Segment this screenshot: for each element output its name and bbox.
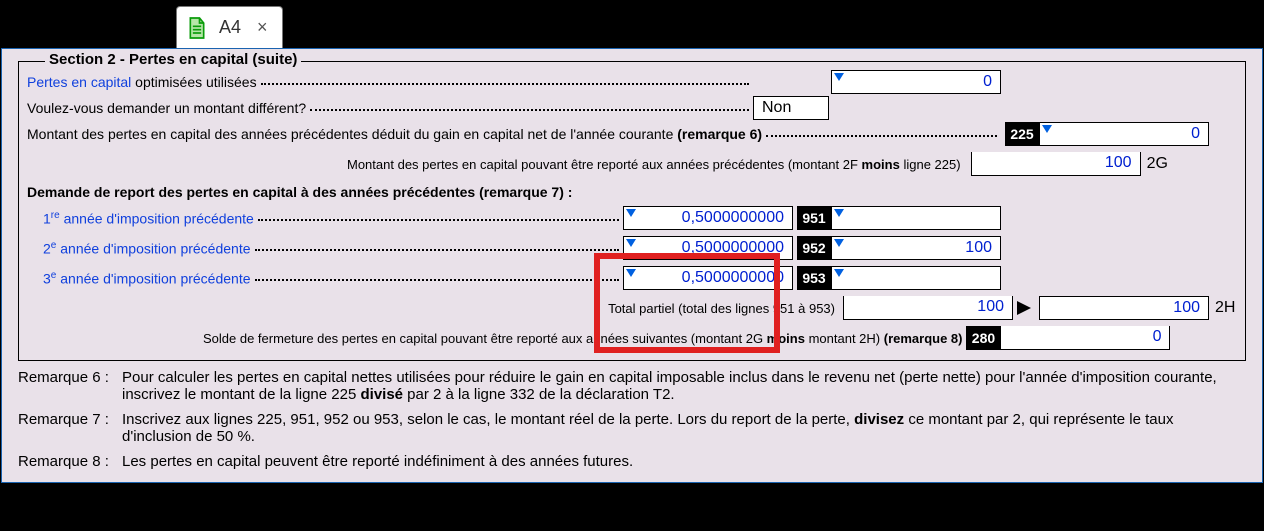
dropdown-icon: [834, 73, 844, 81]
leader-dots: [255, 271, 620, 281]
tab-label: A4: [213, 17, 247, 38]
remark6-label: Remarque 6 :: [18, 369, 122, 403]
remark-6: Remarque 6 : Pour calculer les pertes en…: [18, 369, 1246, 403]
section2-fieldset: Section 2 - Pertes en capital (suite) Pe…: [18, 61, 1246, 361]
leader-dots: [258, 211, 619, 221]
line280-value: [1001, 326, 1169, 348]
code-953: 953: [797, 266, 831, 290]
year1-rate-field[interactable]: [623, 206, 793, 230]
remark7-text: Inscrivez aux lignes 225, 951, 952 ou 95…: [122, 411, 1246, 445]
subtotal2-field: [1039, 296, 1209, 320]
subtotal-field: [843, 296, 1013, 320]
dropdown-icon: [834, 209, 844, 217]
year2-rate[interactable]: [624, 237, 792, 259]
code-952: 952: [797, 236, 831, 260]
leader-dots: [261, 75, 749, 85]
year1-link[interactable]: 1re année d'imposition précédente: [43, 210, 254, 227]
close-icon[interactable]: ×: [253, 15, 272, 40]
line225-field[interactable]: [1039, 122, 1209, 146]
year1-value[interactable]: [832, 207, 1000, 229]
remark-7: Remarque 7 : Inscrivez aux lignes 225, 9…: [18, 411, 1246, 445]
year2-value-field[interactable]: [831, 236, 1001, 260]
remark8-label: Remarque 8 :: [18, 453, 122, 470]
dropdown-icon: [626, 209, 636, 217]
line225-label: Montant des pertes en capital des années…: [27, 126, 762, 142]
line280-field: [1000, 326, 1170, 350]
dropdown-icon: [626, 239, 636, 247]
dropdown-icon: [834, 269, 844, 277]
document-icon: [187, 16, 207, 40]
ask-diff-field[interactable]: [753, 96, 829, 120]
leader-dots: [310, 101, 749, 111]
line2g-label: Montant des pertes en capital pouvant êt…: [347, 157, 961, 172]
dropdown-icon: [626, 269, 636, 277]
opt-line-link[interactable]: Pertes en capital: [27, 74, 131, 90]
line2g-field: [971, 152, 1141, 176]
line2g-suffix: 2G: [1141, 155, 1169, 173]
form-viewport: Section 2 - Pertes en capital (suite) Pe…: [1, 48, 1263, 483]
dropdown-icon: [834, 239, 844, 247]
tab-a4[interactable]: A4 ×: [176, 6, 283, 48]
subtotal-label: Total partiel (total des lignes 951 à 95…: [608, 301, 835, 316]
section-title: Section 2 - Pertes en capital (suite): [45, 51, 301, 68]
arrow-right-icon: [1017, 301, 1035, 315]
remark-8: Remarque 8 : Les pertes en capital peuve…: [18, 453, 1246, 470]
year3-value-field[interactable]: [831, 266, 1001, 290]
year3-rate-field[interactable]: [623, 266, 793, 290]
carryback-heading: Demande de report des pertes en capital …: [27, 184, 572, 200]
code-951: 951: [797, 206, 831, 230]
line280-label: Solde de fermeture des pertes en capital…: [203, 331, 962, 346]
code-280: 280: [966, 326, 1000, 350]
remark6-text: Pour calculer les pertes en capital nett…: [122, 369, 1246, 403]
remark8-text: Les pertes en capital peuvent être repor…: [122, 453, 1246, 470]
opt-value-field: [831, 70, 1001, 94]
year3-link[interactable]: 3e année d'imposition précédente: [43, 270, 251, 287]
subtotal-value: [844, 296, 1012, 318]
ask-diff-label: Voulez-vous demander un montant différen…: [27, 100, 306, 116]
leader-dots: [255, 241, 620, 251]
opt-value: [832, 71, 1000, 93]
code-225: 225: [1005, 122, 1039, 146]
year1-value-field[interactable]: [831, 206, 1001, 230]
line225-value[interactable]: [1040, 123, 1208, 145]
dropdown-icon: [1042, 125, 1052, 133]
year1-rate[interactable]: [624, 207, 792, 229]
year2-rate-field[interactable]: [623, 236, 793, 260]
leader-dots: [766, 127, 997, 137]
subtotal2-value: [1040, 297, 1208, 319]
ask-diff-value[interactable]: [754, 97, 828, 119]
tab-strip: A4 ×: [0, 0, 1264, 48]
subtotal-suffix: 2H: [1209, 299, 1237, 317]
year2-value[interactable]: [832, 237, 1000, 259]
year2-link[interactable]: 2e année d'imposition précédente: [43, 240, 251, 257]
year3-rate[interactable]: [624, 267, 792, 289]
line2g-value: [972, 152, 1140, 174]
remark7-label: Remarque 7 :: [18, 411, 122, 445]
opt-line-label: Pertes en capital optimisées utilisées: [27, 74, 257, 90]
year3-value[interactable]: [832, 267, 1000, 289]
